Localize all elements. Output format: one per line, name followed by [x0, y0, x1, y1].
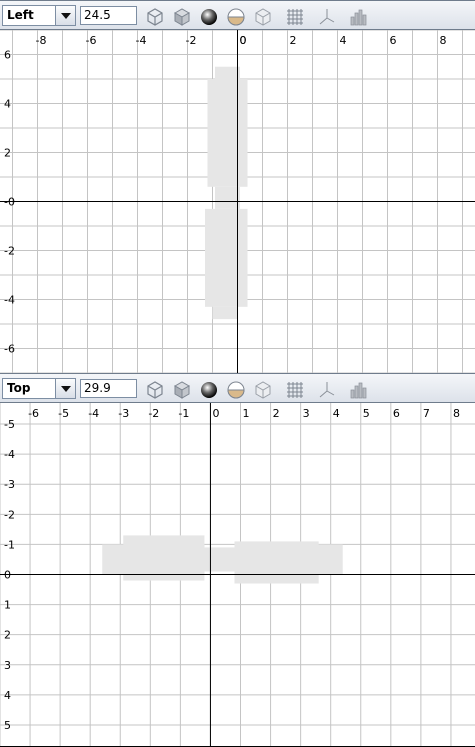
half-sphere-icon[interactable] — [225, 5, 247, 27]
y-tick-label: -3 — [4, 478, 15, 491]
shape-right-ext[interactable] — [234, 541, 319, 584]
x-tick-label: 4 — [340, 34, 347, 47]
zoom-field-top[interactable]: 29.9 — [80, 379, 137, 398]
shape-upper-block[interactable] — [207, 79, 248, 187]
x-tick-label: 1 — [243, 407, 250, 420]
x-tick-label: 2 — [290, 34, 297, 47]
y-tick-label: 2 — [4, 147, 11, 160]
left-view-panel: Left 24.5 -8 -6 -4 -2 0 2 4 6 8 0 6 4 2 -0 -2 -4 -6 — [0, 0, 475, 373]
x-tick-label: 5 — [363, 407, 370, 420]
x-tick-label: 4 — [333, 407, 340, 420]
y-tick-label: -6 — [4, 343, 15, 356]
y-tick-label: 4 — [4, 98, 11, 111]
x-tick-label: -4 — [88, 407, 99, 420]
y-tick-label: -4 — [4, 448, 15, 461]
x-tick-label: 7 — [423, 407, 430, 420]
axes-icon[interactable] — [316, 378, 338, 400]
x-tick-label: -6 — [28, 407, 39, 420]
y-tick-label: -0 — [4, 196, 15, 209]
sphere-shaded-icon[interactable] — [198, 5, 220, 27]
x-tick-label: -1 — [178, 407, 189, 420]
y-tick-label: -5 — [4, 418, 15, 431]
histogram-icon[interactable] — [348, 5, 370, 27]
x-tick-label: -2 — [186, 34, 197, 47]
half-sphere-icon[interactable] — [225, 378, 247, 400]
x-tick-label: -6 — [86, 34, 97, 47]
transparent-cube-icon[interactable] — [252, 378, 274, 400]
y-tick-label: -2 — [4, 508, 15, 521]
y-tick-label: 0 — [4, 569, 11, 582]
y-tick-label: -1 — [4, 538, 15, 551]
transparent-cube-icon[interactable] — [252, 5, 274, 27]
axes-icon[interactable] — [316, 5, 338, 27]
x-tick-label: -8 — [36, 34, 47, 47]
wireframe-cube-icon[interactable] — [144, 5, 166, 27]
chevron-down-icon[interactable] — [55, 379, 75, 398]
y-tick-label: 5 — [4, 719, 11, 732]
y-tick-label: 4 — [4, 689, 11, 702]
projection-value: Left — [7, 8, 34, 22]
projection-select-left[interactable]: Left — [2, 5, 76, 26]
solid-cube-icon[interactable] — [171, 378, 193, 400]
y-tick-label: 2 — [4, 629, 11, 642]
left-view-plot: -8 -6 -4 -2 0 2 4 6 80642-0-2-4-6 — [0, 30, 475, 373]
histogram-icon[interactable] — [348, 378, 370, 400]
top-view-plot: -6 -5 -4 -3 -2 -1 0 1 2 3 4 5 6 7 8 -5 -4 -3 -2 -1 0 1 2 3 4 5 — [0, 403, 475, 746]
projection-select-top[interactable]: Top — [2, 378, 76, 399]
left-view-canvas[interactable]: -8 -6 -4 -2 0 2 4 6 8 0 6 4 2 -0 -2 -4 -6 — [0, 30, 475, 373]
x-tick-label: 2 — [273, 407, 280, 420]
projection-value: Top — [7, 381, 31, 395]
top-view-panel: Top 29.9 -6 -5 -4 -3 -2 -1 0 1 2 3 4 5 6 7 8 -5 -4 -3 -2 -1… — [0, 373, 475, 747]
x-tick-label: -3 — [118, 407, 129, 420]
shape-lower-cap[interactable] — [212, 306, 238, 320]
y-tick-label: 6 — [4, 49, 11, 62]
zoom-field-left[interactable]: 24.5 — [80, 6, 137, 25]
shape-mid-bar[interactable] — [204, 547, 235, 572]
x-tick-label: 8 — [440, 34, 447, 47]
x-tick-label: -5 — [58, 407, 69, 420]
shape-left-ext[interactable] — [123, 535, 205, 581]
grid-icon[interactable] — [284, 5, 306, 27]
top-view-toolbar: Top 29.9 — [0, 373, 475, 403]
grid-icon[interactable] — [284, 378, 306, 400]
sphere-shaded-icon[interactable] — [198, 378, 220, 400]
top-view-canvas[interactable]: -6 -5 -4 -3 -2 -1 0 1 2 3 4 5 6 7 8 -5 -4 -3 -2 -1 0 1 2 3 4 5 — [0, 403, 475, 747]
left-view-toolbar: Left 24.5 — [0, 0, 475, 30]
shape-neck[interactable] — [215, 186, 240, 209]
x-tick-label: 6 — [393, 407, 400, 420]
y-tick-label: -2 — [4, 245, 15, 258]
chevron-down-icon[interactable] — [55, 6, 75, 25]
x-tick-label: 0 — [212, 407, 219, 420]
shape-lower-block[interactable] — [205, 208, 248, 307]
x-tick-label: 8 — [453, 407, 460, 420]
shape-upper-cap[interactable] — [215, 66, 240, 79]
y-tick-label: 1 — [4, 599, 11, 612]
x-tick-label: -4 — [136, 34, 147, 47]
x-tick-label: 0 — [240, 34, 247, 47]
x-tick-label: 3 — [303, 407, 310, 420]
solid-cube-icon[interactable] — [171, 5, 193, 27]
y-tick-label: -4 — [4, 294, 15, 307]
x-tick-label: 6 — [390, 34, 397, 47]
y-tick-label: 3 — [4, 659, 11, 672]
x-tick-label: -2 — [148, 407, 159, 420]
wireframe-cube-icon[interactable] — [144, 378, 166, 400]
